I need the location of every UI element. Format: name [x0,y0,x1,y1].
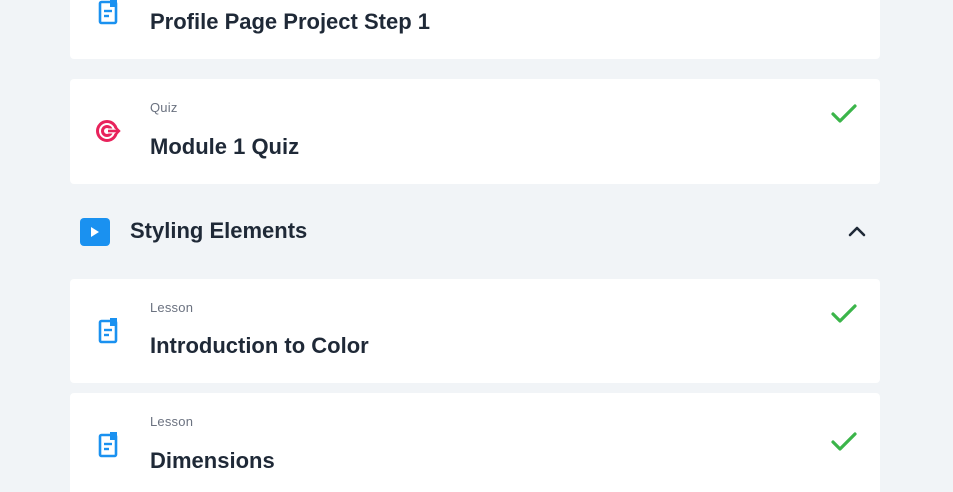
lesson-document-icon [94,0,124,27]
course-outline: Profile Page Project Step 1 Quiz Module … [0,0,953,492]
completed-check-icon [830,303,858,325]
lesson-title: Dimensions [150,448,275,473]
completed-check-icon [830,431,858,453]
lesson-document-icon [94,430,124,460]
item-type-label: Lesson [150,414,194,429]
item-type-label: Lesson [150,300,194,315]
chevron-up-icon[interactable] [846,222,868,240]
section-title: Styling Elements [130,218,308,243]
completed-check-icon [830,103,858,125]
lesson-card-profile-page-step-1[interactable]: Profile Page Project Step 1 [70,0,880,59]
lesson-title: Profile Page Project Step 1 [150,9,430,34]
quiz-card-module-1[interactable]: Quiz Module 1 Quiz [70,79,880,184]
lesson-document-icon [94,316,124,346]
section-header-styling-elements[interactable]: Styling Elements [80,213,880,251]
lesson-card-introduction-to-color[interactable]: Lesson Introduction to Color [70,279,880,383]
lesson-title: Introduction to Color [150,333,369,358]
quiz-target-icon [94,116,124,146]
play-icon [80,218,110,246]
item-type-label: Quiz [150,100,178,115]
quiz-title: Module 1 Quiz [150,134,300,159]
lesson-card-dimensions[interactable]: Lesson Dimensions [70,393,880,492]
